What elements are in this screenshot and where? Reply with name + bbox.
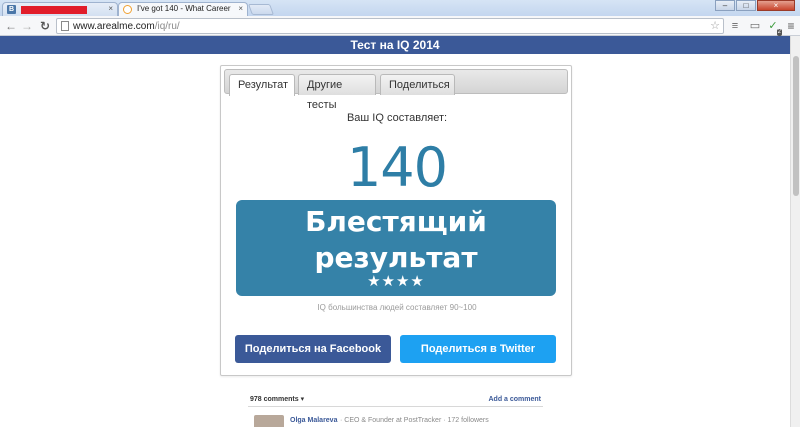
window-minimize-button[interactable]: –	[715, 0, 735, 11]
rating-stars-icon: ★★★★	[367, 273, 425, 290]
page-icon	[61, 21, 69, 31]
shield-extension-icon[interactable]: ✓ 2	[766, 19, 782, 36]
card-tabstrip: Результат Другие тесты Поделиться	[224, 69, 568, 111]
window-close-button[interactable]: ×	[757, 0, 795, 11]
site-header: Тест на IQ 2014	[0, 36, 790, 54]
chat-extension-icon[interactable]: ▭	[748, 19, 762, 33]
comment-author-link[interactable]: Olga Malareva	[290, 415, 337, 427]
result-title: Блестящий результат	[305, 205, 487, 274]
avatar[interactable]	[254, 415, 284, 427]
result-card: Результат Другие тесты Поделиться Ваш IQ…	[220, 65, 572, 376]
iq-score: 140	[346, 136, 448, 199]
browser-tab-iq[interactable]: I've got 140 - What Career ×	[118, 2, 248, 16]
address-bar[interactable]: www.arealme.com/iq/ru/ ☆	[56, 18, 724, 34]
extension-icon[interactable]: ≡	[728, 19, 742, 33]
page-scrollbar[interactable]	[790, 36, 800, 427]
iq-label: Ваш IQ составляет:	[346, 112, 448, 124]
forward-arrow-icon[interactable]: →	[20, 19, 34, 33]
comment-count-dropdown[interactable]: 978 comments ▾	[250, 393, 304, 407]
reload-icon[interactable]: ↻	[38, 19, 52, 33]
comment-item: Olga Malareva · CEO & Founder at PostTra…	[248, 415, 543, 427]
vk-favicon-icon: В	[7, 5, 16, 14]
extension-badge: 2	[776, 29, 782, 36]
tab-share[interactable]: Поделиться	[380, 74, 455, 95]
share-twitter-button[interactable]: Поделиться в Twitter	[400, 335, 556, 363]
comments-header: 978 comments ▾ Add a comment	[248, 393, 543, 407]
url-text[interactable]: www.arealme.com/iq/ru/	[73, 20, 180, 33]
iq-note: IQ большинства людей составляет 90~100	[317, 303, 477, 312]
back-arrow-icon[interactable]: ←	[4, 19, 18, 33]
tab-other-tests[interactable]: Другие тесты	[298, 74, 376, 111]
arealme-favicon-icon	[123, 5, 132, 14]
tab-close-icon[interactable]: ×	[108, 3, 113, 15]
window-maximize-button[interactable]: □	[736, 0, 756, 11]
redacted-tab-title	[21, 6, 87, 14]
browser-titlebar: В × I've got 140 - What Career × – □ ×	[0, 0, 800, 16]
tab-close-icon[interactable]: ×	[238, 3, 243, 15]
comment-meta: · CEO & Founder at PostTracker · 172 fol…	[340, 417, 489, 424]
menu-icon[interactable]: ≡	[784, 19, 798, 33]
scroll-thumb[interactable]	[793, 56, 799, 196]
tab-result[interactable]: Результат	[229, 74, 295, 96]
bookmark-star-icon[interactable]: ☆	[710, 19, 720, 33]
tab-title: I've got 140 - What Career	[137, 4, 231, 13]
share-facebook-button[interactable]: Поделиться на Facebook	[235, 335, 391, 363]
browser-tab-vk[interactable]: В ×	[2, 2, 118, 16]
new-tab-button[interactable]	[247, 4, 275, 15]
add-comment-link[interactable]: Add a comment	[488, 393, 541, 407]
comments-section: 978 comments ▾ Add a comment Olga Malare…	[248, 393, 543, 427]
result-banner: Блестящий результат ★★★★	[236, 200, 556, 296]
browser-toolbar: ← → ↻ www.arealme.com/iq/ru/ ☆ ≡ ▭ ✓ 2 ≡	[0, 16, 800, 36]
